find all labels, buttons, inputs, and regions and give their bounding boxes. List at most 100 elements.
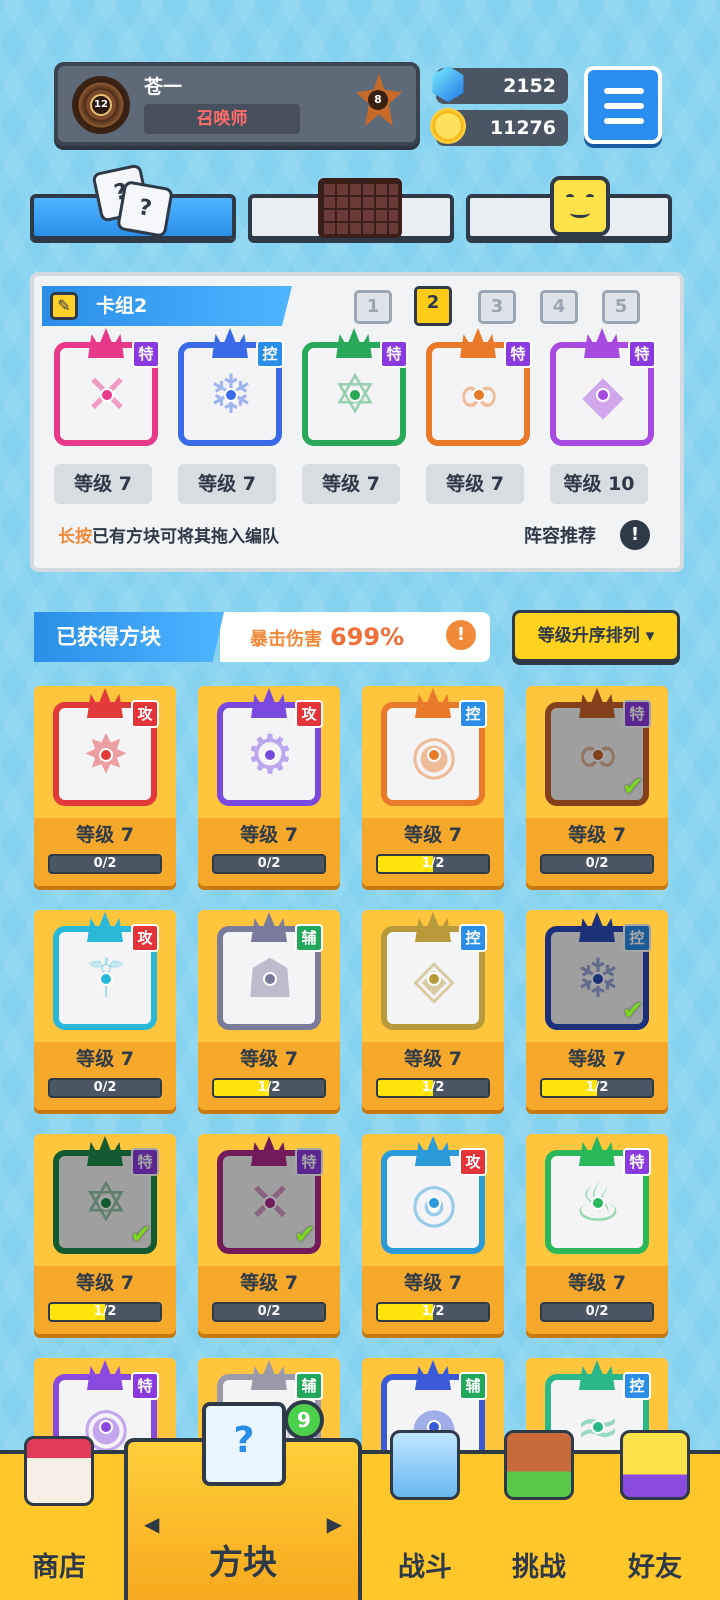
- deck-slot[interactable]: ∞ 特: [426, 328, 532, 446]
- block-type-badge: 攻: [459, 1148, 487, 1176]
- deck-slot[interactable]: ✡ 特: [302, 328, 408, 446]
- deck-tab-3[interactable]: 3: [478, 290, 516, 324]
- progress-text: 0/2: [585, 1304, 609, 1319]
- arrow-right-icon[interactable]: ▶: [327, 1512, 342, 1536]
- block-type-badge: 特: [623, 700, 651, 728]
- owned-block-card[interactable]: ◈ 控 等级 7 1/2: [362, 910, 504, 1110]
- block-type-badge: 特: [623, 1148, 651, 1176]
- owned-block-card[interactable]: ☗ 辅 等级 7 1/2: [198, 910, 340, 1110]
- nav-battle[interactable]: 战斗: [366, 1430, 484, 1600]
- block-tile[interactable]: ✡ 特: [302, 328, 408, 446]
- card-level: 等级 7: [404, 824, 462, 846]
- lineup-recommend-button[interactable]: 阵容推荐: [524, 522, 596, 548]
- card-level: 等级 7: [76, 824, 134, 846]
- upgrade-progress-bar: 1/2: [540, 1078, 654, 1098]
- block-tile[interactable]: ✕ 特: [54, 328, 160, 446]
- block-type-badge: 控: [623, 1372, 651, 1400]
- deck-tab-4[interactable]: 4: [540, 290, 578, 324]
- progress-text: 1/2: [93, 1304, 117, 1319]
- block-core-icon: [591, 748, 605, 762]
- block-tile[interactable]: ❄ 控: [178, 328, 284, 446]
- player-avatar[interactable]: 12: [72, 76, 130, 134]
- block-tile[interactable]: ◆ 特: [550, 328, 656, 446]
- deck-tab-1[interactable]: 1: [354, 290, 392, 324]
- nav-shop[interactable]: 商店: [0, 1436, 118, 1600]
- block-tile[interactable]: ◎ 攻: [381, 1136, 487, 1254]
- block-tile[interactable]: ♨ 特: [545, 1136, 651, 1254]
- sort-dropdown[interactable]: 等级升序排列 ▾: [512, 610, 680, 662]
- deck-slot[interactable]: ◆ 特: [550, 328, 656, 446]
- nav-friends[interactable]: 好友: [596, 1430, 714, 1600]
- progress-text: 1/2: [421, 1304, 445, 1319]
- owned-block-card[interactable]: ✸ 攻 等级 7 0/2: [34, 686, 176, 886]
- upgrade-progress-bar: 0/2: [212, 1302, 326, 1322]
- arrow-left-icon[interactable]: ◀: [144, 1512, 159, 1536]
- block-tile[interactable]: ⚚ 攻: [53, 912, 159, 1030]
- dragon-crown-icon: [336, 328, 372, 358]
- deck-name[interactable]: 卡组2: [42, 286, 292, 326]
- block-tile[interactable]: ∞ 特: [426, 328, 532, 446]
- hint-emphasis: 长按: [58, 527, 92, 547]
- owned-block-card[interactable]: ∞ 特 ✔等级 7 0/2: [526, 686, 668, 886]
- mystery-block-icon: ?: [202, 1402, 286, 1486]
- owned-block-card[interactable]: ⚚ 攻 等级 7 0/2: [34, 910, 176, 1110]
- owned-block-card[interactable]: ◉ 控 等级 7 1/2: [362, 686, 504, 886]
- menu-button[interactable]: [584, 66, 662, 144]
- block-tile[interactable]: ✸ 攻: [53, 688, 159, 806]
- block-core-icon: [263, 1196, 277, 1210]
- block-tile[interactable]: ◉ 控: [381, 688, 487, 806]
- upgrade-progress-bar: 0/2: [540, 854, 654, 874]
- block-core-icon: [99, 972, 113, 986]
- block-type-badge: 攻: [131, 700, 159, 728]
- card-level: 等级 7: [76, 1048, 134, 1070]
- card-level: 等级 7: [568, 824, 626, 846]
- block-core-icon: [99, 1196, 113, 1210]
- gem-counter[interactable]: 2152: [432, 66, 568, 104]
- deck-slot-level: 等级 7: [178, 464, 276, 504]
- progress-text: 1/2: [257, 1080, 281, 1095]
- menu-icon-line: [604, 103, 644, 109]
- player-title: 召唤师: [144, 104, 300, 134]
- block-tile[interactable]: ⚙ 攻: [217, 688, 323, 806]
- crit-info-icon[interactable]: !: [446, 620, 476, 650]
- block-core-icon: [427, 972, 441, 986]
- card-level: 等级 7: [240, 1272, 298, 1294]
- block-core-icon: [224, 388, 238, 402]
- blocks-badge: 9: [284, 1400, 324, 1440]
- owned-block-card[interactable]: ✡ 特 ✔等级 7 1/2: [34, 1134, 176, 1334]
- block-type-badge: 特: [628, 340, 656, 368]
- card-level: 等级 7: [240, 824, 298, 846]
- block-type-badge: 辅: [459, 1372, 487, 1400]
- drag-hint: 长按已有方块可将其拖入编队: [58, 522, 279, 547]
- owned-block-card[interactable]: ✕ 特 ✔等级 7 0/2: [198, 1134, 340, 1334]
- deck-slot-level: 等级 10: [550, 464, 648, 504]
- deck-tab-5[interactable]: 5: [602, 290, 640, 324]
- crit-value: 699%: [330, 623, 405, 651]
- deck-slot[interactable]: ✕ 特: [54, 328, 160, 446]
- block-tile[interactable]: ☗ 辅: [217, 912, 323, 1030]
- deck-slot[interactable]: ❄ 控: [178, 328, 284, 446]
- progress-text: 1/2: [421, 856, 445, 871]
- coin-amount: 11276: [489, 117, 556, 139]
- nav-challenge[interactable]: 挑战: [480, 1430, 598, 1600]
- card-level: 等级 7: [240, 1048, 298, 1070]
- deck-tab-2[interactable]: 2: [414, 286, 452, 326]
- menu-icon: [604, 88, 644, 94]
- progress-text: 0/2: [93, 856, 117, 871]
- owned-block-card[interactable]: ♨ 特 等级 7 0/2: [526, 1134, 668, 1334]
- info-icon[interactable]: !: [620, 520, 650, 550]
- block-core-icon: [591, 972, 605, 986]
- owned-block-card[interactable]: ❄ 控 ✔等级 7 1/2: [526, 910, 668, 1110]
- block-type-badge: 特: [132, 340, 160, 368]
- battle-card-icon: [390, 1430, 460, 1500]
- profile-panel[interactable]: 12 苍一 召唤师 8: [54, 62, 420, 146]
- smiley-cube-icon: [550, 176, 610, 236]
- rank-star-icon[interactable]: 8: [356, 74, 402, 126]
- upgrade-progress-bar: 0/2: [540, 1302, 654, 1322]
- block-tile[interactable]: ◈ 控: [381, 912, 487, 1030]
- owned-block-card[interactable]: ◎ 攻 等级 7 1/2: [362, 1134, 504, 1334]
- edit-pencil-icon[interactable]: ✎: [50, 292, 78, 320]
- owned-block-card[interactable]: ⚙ 攻 等级 7 0/2: [198, 686, 340, 886]
- coin-counter[interactable]: 11276: [430, 108, 568, 146]
- block-type-badge: 控: [256, 340, 284, 368]
